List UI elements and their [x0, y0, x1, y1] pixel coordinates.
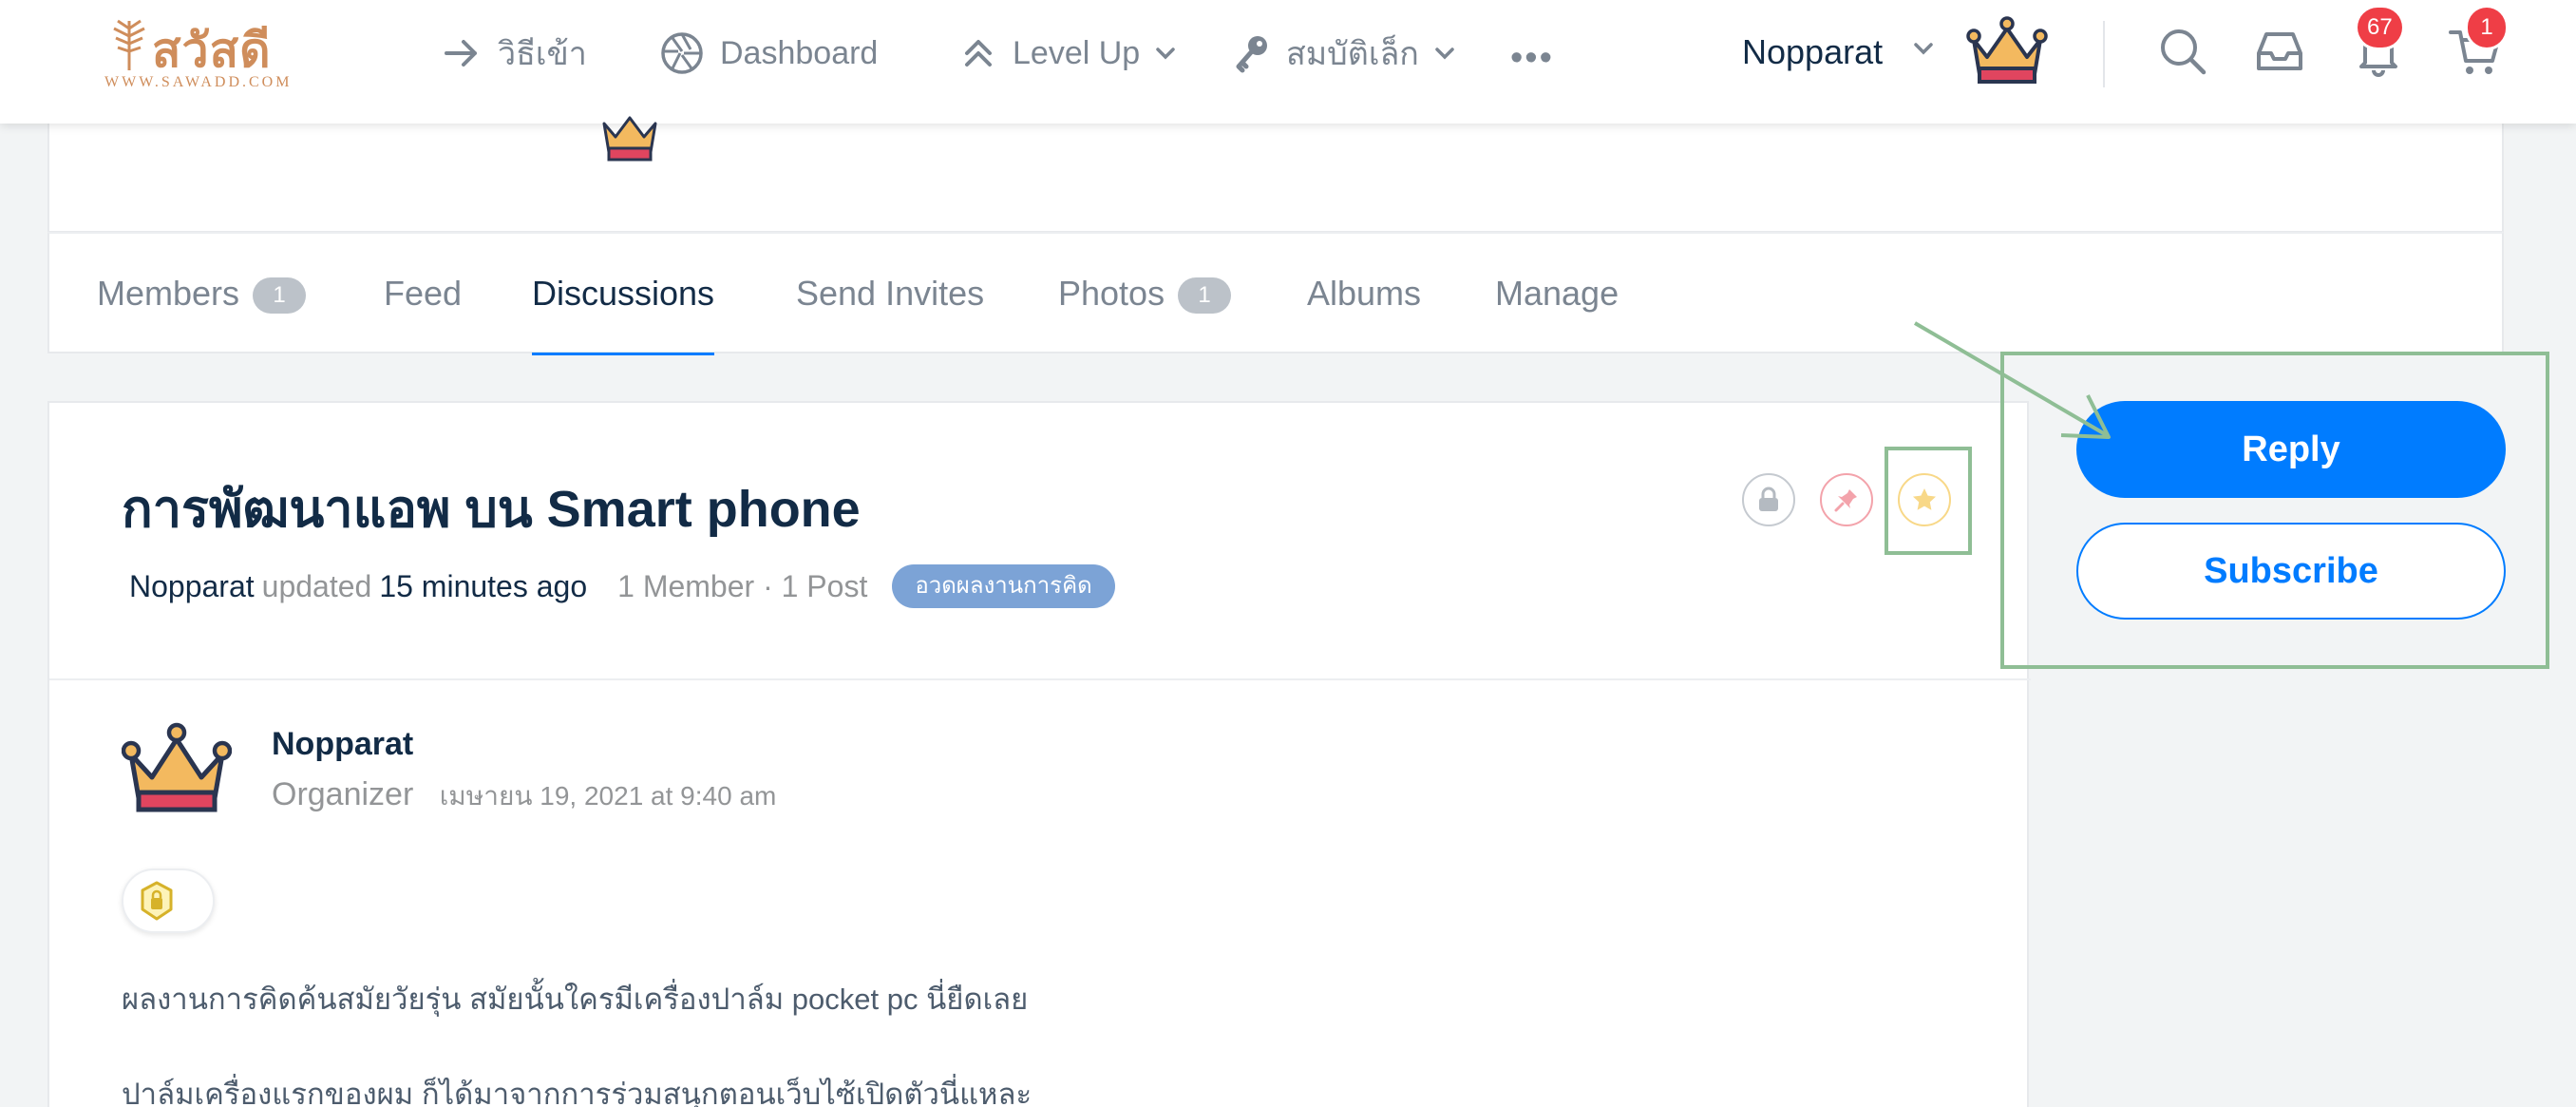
tab-photos[interactable]: Photos 1 [1058, 274, 1232, 355]
discussion-author[interactable]: Nopparat [129, 569, 255, 604]
post-paragraph: ผลงานการคิดค้นสมัยวัยรุ่น สมัยนั้นใครมีเ… [122, 983, 1029, 1016]
tab-albums[interactable]: Albums [1307, 274, 1421, 355]
tab-send-invites[interactable]: Send Invites [796, 274, 984, 355]
page: สวัสดี WWW.SAWADD.COM วิธีเข้า Dashboard… [0, 0, 2576, 1107]
cart-badge: 1 [2468, 8, 2506, 48]
updated-label: updated [261, 568, 372, 603]
top-header: สวัสดี WWW.SAWADD.COM วิธีเข้า Dashboard… [0, 0, 2576, 124]
tab-count-badge: 1 [253, 277, 307, 314]
aperture-icon [661, 32, 703, 74]
favorite-button[interactable] [1898, 473, 1951, 526]
tab-label: Manage [1495, 274, 1619, 313]
star-icon [1913, 488, 1936, 510]
nav-item-howto[interactable]: วิธีเข้า [441, 27, 587, 80]
nav-item-label: สมบัติเล็ก [1286, 36, 1419, 72]
crown-author-avatar[interactable] [122, 722, 232, 815]
header-divider [2103, 21, 2105, 87]
post-author-name[interactable]: Nopparat [272, 726, 413, 763]
tab-label: Send Invites [796, 274, 985, 313]
chevron-down-icon[interactable] [1913, 42, 1934, 55]
post-paragraph: ปาล์มเครื่องแรกของผม ก็ได้มาจากการร่วมสน… [122, 1078, 1032, 1107]
group-tabs: Members 1 Feed Discussions Send Invites … [47, 232, 2504, 355]
reaction-button[interactable] [122, 868, 215, 933]
nav-item-level-up[interactable]: Level Up [959, 27, 1176, 80]
tab-count-badge: 1 [1178, 277, 1232, 314]
lock-icon [1759, 487, 1778, 511]
user-name[interactable]: Nopparat [1742, 32, 1883, 72]
key-icon [1236, 36, 1267, 73]
more-menu-button[interactable]: ••• [1510, 38, 1554, 79]
tab-manage[interactable]: Manage [1495, 274, 1619, 355]
notifications-badge: 67 [2358, 8, 2402, 48]
chevrons-up-icon [965, 40, 992, 67]
crown-avatar[interactable] [1966, 15, 2048, 87]
tab-members[interactable]: Members 1 [97, 274, 307, 355]
tab-label: Albums [1307, 274, 1422, 313]
updated-time[interactable]: 15 minutes ago [379, 569, 587, 604]
discussion-stats: 1 Member · 1 Post [617, 568, 868, 603]
tab-label: Discussions [532, 274, 715, 313]
leaf-logo-icon [113, 19, 145, 70]
post-author-role: Organizer [272, 776, 414, 812]
divider [49, 678, 2031, 680]
lock-button[interactable] [1742, 473, 1795, 526]
subscribe-button[interactable]: Subscribe [2076, 523, 2506, 620]
post-author-meta: Organizer เมษายน 19, 2021 at 9:40 am [272, 775, 776, 817]
discussion-card: การพัฒนาแอพ บน Smart phone Nopparat upda… [47, 401, 2031, 1107]
nav-item-dashboard[interactable]: Dashboard [659, 27, 878, 80]
pin-icon [1834, 489, 1857, 512]
shield-badge-icon [141, 881, 173, 921]
chevron-down-icon [1435, 48, 1454, 60]
nav-item-label: วิธีเข้า [498, 36, 587, 72]
chevron-down-icon [1156, 48, 1175, 60]
tab-label: Photos [1058, 274, 1165, 313]
tab-discussions[interactable]: Discussions [532, 274, 715, 355]
nav-item-label: Dashboard [720, 34, 879, 71]
tab-label: Feed [384, 274, 463, 313]
category-tag[interactable]: อวดผลงานการคิด [892, 564, 1115, 608]
nav-item-label: Level Up [1013, 34, 1141, 71]
arrow-right-icon [445, 40, 477, 67]
reply-button[interactable]: Reply [2076, 401, 2506, 498]
crown-group-avatar[interactable] [598, 112, 661, 163]
pin-button[interactable] [1820, 473, 1873, 526]
logo-subtext: WWW.SAWADD.COM [104, 74, 293, 90]
discussion-meta: Nopparat updated 15 minutes ago 1 Member… [129, 564, 1115, 608]
tab-feed[interactable]: Feed [384, 274, 462, 355]
nav-item-treasure[interactable]: สมบัติเล็ก [1233, 27, 1455, 80]
tab-label: Members [97, 274, 240, 313]
discussion-title: การพัฒนาแอพ บน Smart phone [122, 481, 861, 538]
group-cover-card [47, 105, 2504, 233]
post-date[interactable]: เมษายน 19, 2021 at 9:40 am [440, 781, 777, 811]
search-icon[interactable] [2156, 25, 2209, 78]
site-logo[interactable]: สวัสดี WWW.SAWADD.COM [103, 11, 321, 95]
inbox-icon[interactable] [2253, 25, 2306, 78]
